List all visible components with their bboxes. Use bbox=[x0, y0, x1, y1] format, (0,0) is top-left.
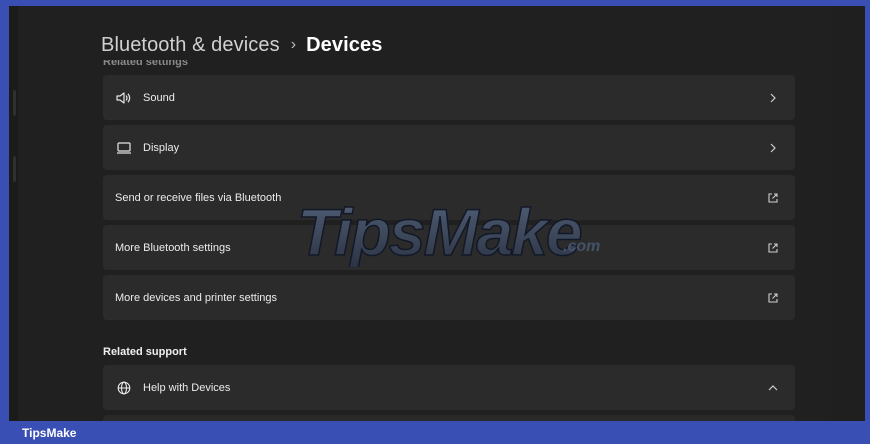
tipsmake-watermark-logo: TipsMake .com bbox=[296, 194, 600, 267]
breadcrumb-parent-link[interactable]: Bluetooth & devices bbox=[101, 34, 280, 57]
open-external-icon bbox=[767, 242, 779, 254]
sound-settings-row[interactable]: Sound bbox=[103, 75, 795, 120]
related-settings-header: Related settings bbox=[103, 60, 188, 68]
sound-label: Sound bbox=[143, 91, 175, 104]
chevron-right-icon bbox=[767, 92, 779, 104]
settings-window: Bluetooth & devices › Devices Related se… bbox=[9, 6, 865, 421]
frame-border-right bbox=[865, 6, 870, 421]
speaker-icon bbox=[115, 89, 133, 107]
chevron-up-icon[interactable] bbox=[767, 382, 779, 394]
open-external-icon bbox=[767, 192, 779, 204]
scroll-pane[interactable] bbox=[831, 6, 865, 421]
sidebar-nav-marker[interactable] bbox=[13, 156, 16, 182]
display-settings-row[interactable]: Display bbox=[103, 125, 795, 170]
help-with-devices-label: Help with Devices bbox=[143, 381, 231, 394]
monitor-icon bbox=[115, 139, 133, 157]
svg-text:.com: .com bbox=[563, 238, 600, 255]
chevron-right-icon bbox=[767, 142, 779, 154]
globe-icon bbox=[115, 379, 133, 397]
footer-bar: TipsMake bbox=[0, 421, 870, 444]
more-devices-printer-settings-row[interactable]: More devices and printer settings bbox=[103, 275, 795, 320]
svg-text:TipsMake: TipsMake bbox=[297, 195, 581, 267]
frame-border-left bbox=[0, 6, 9, 421]
breadcrumb: Bluetooth & devices › Devices bbox=[101, 28, 382, 62]
sidebar-nav-marker[interactable] bbox=[13, 90, 16, 116]
help-with-devices-row[interactable]: Help with Devices bbox=[103, 365, 795, 410]
page-title: Devices bbox=[306, 33, 383, 56]
related-support-heading: Related support bbox=[103, 346, 187, 358]
footer-brand-text: TipsMake bbox=[22, 426, 77, 440]
more-bluetooth-settings-label: More Bluetooth settings bbox=[115, 241, 231, 254]
more-devices-printer-settings-label: More devices and printer settings bbox=[115, 291, 278, 304]
open-external-icon bbox=[767, 292, 779, 304]
send-receive-files-label: Send or receive files via Bluetooth bbox=[115, 191, 282, 204]
sidebar-edge bbox=[9, 6, 18, 421]
display-label: Display bbox=[143, 141, 180, 154]
breadcrumb-separator-icon: › bbox=[290, 36, 297, 53]
